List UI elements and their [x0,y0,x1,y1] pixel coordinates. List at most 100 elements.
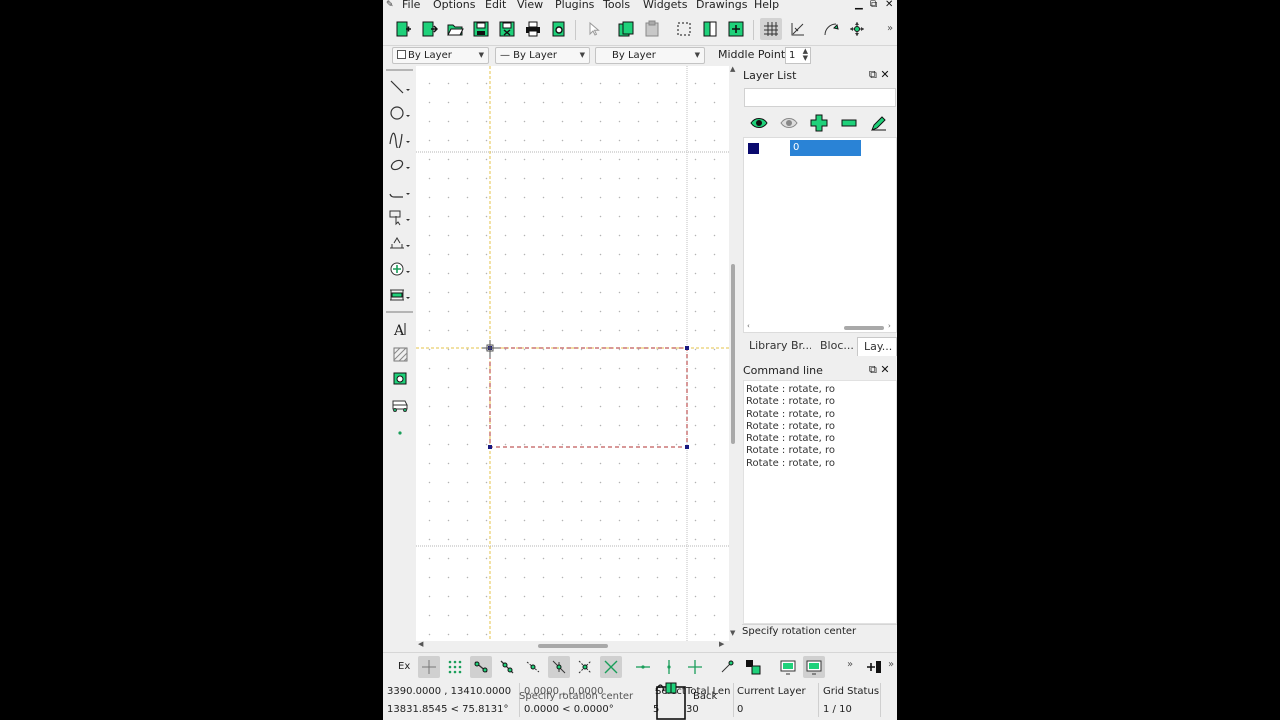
view-mode-icon[interactable] [777,656,799,678]
drawing-canvas[interactable] [416,66,729,641]
close-icon[interactable]: ✕ [880,363,889,376]
curve-tool-icon[interactable] [387,128,413,150]
restrict-orthogonal-icon[interactable] [684,656,706,678]
menu-help[interactable]: Help [754,0,779,12]
menu-tools[interactable]: Tools [603,0,630,12]
selection-handle[interactable] [685,445,689,449]
measure-tool-icon[interactable] [387,284,413,306]
snap-toolbar-overflow-2[interactable]: » [888,659,894,670]
menu-drawings[interactable]: Drawings [696,0,747,12]
menu-plugins[interactable]: Plugins [555,0,594,12]
scroll-thumb[interactable] [731,264,735,444]
relative-zero-icon[interactable] [716,656,738,678]
new-icon[interactable] [392,18,414,40]
undo-icon[interactable] [699,18,721,40]
line-width-combo[interactable]: By Layer ▼ [595,47,705,64]
print-preview-icon[interactable] [548,18,570,40]
snap-free-icon[interactable] [418,656,440,678]
menu-widgets[interactable]: Widgets [643,0,687,12]
dimension-tool-icon[interactable] [387,232,413,254]
ellipse-tool-icon[interactable] [387,154,413,176]
hatch-tool-icon[interactable] [387,344,413,366]
restrict-horizontal-icon[interactable] [632,656,654,678]
layer-name[interactable]: 0 [790,140,861,156]
add-toolbar-icon[interactable] [863,656,885,678]
color-combo[interactable]: By Layer ▼ [392,47,489,64]
circle-tool-icon[interactable] [387,102,413,124]
modify-tool-icon[interactable] [387,258,413,280]
remove-layer-icon[interactable] [838,112,860,134]
snap-exclusive-label[interactable]: Ex [398,661,410,672]
block-tool-icon[interactable] [387,394,413,416]
redo-icon[interactable] [725,18,747,40]
image-tool-icon[interactable] [387,368,413,390]
selection-handle[interactable] [488,445,492,449]
command-input[interactable]: Specify rotation center [742,624,897,638]
save-as-icon[interactable] [496,18,518,40]
hide-all-layers-icon[interactable] [778,112,800,134]
draft-icon[interactable] [787,18,809,40]
scroll-right-icon[interactable]: ▶ [719,640,724,648]
layer-filter-input[interactable] [744,88,896,107]
menu-edit[interactable]: Edit [485,0,506,12]
float-icon[interactable]: ⧉ [869,68,877,81]
scroll-right-icon[interactable]: › [888,322,891,330]
canvas-horizontal-scrollbar[interactable]: ◀ ▶ [416,640,729,651]
snap-middle-icon[interactable] [548,656,570,678]
new-template-icon[interactable] [418,18,440,40]
text-tool-icon[interactable]: A [387,318,413,340]
draft-mode-icon[interactable] [803,656,825,678]
grid-icon[interactable] [760,18,782,40]
snap-toolbar-overflow[interactable]: » [847,659,853,670]
canvas-vertical-scrollbar[interactable]: ▲ ▼ [729,65,739,641]
print-icon[interactable] [522,18,544,40]
line-type-combo[interactable]: — By Layer ▼ [495,47,590,64]
scroll-up-icon[interactable]: ▲ [730,65,735,73]
line-tool-icon[interactable] [387,76,413,98]
selection-handle[interactable] [685,346,689,350]
snap-intersection-icon[interactable] [600,656,622,678]
add-layer-icon[interactable] [808,112,830,134]
selected-rectangle[interactable] [489,347,688,448]
open-icon[interactable] [444,18,466,40]
close-icon[interactable]: ✕ [885,0,893,11]
select-tool-icon[interactable] [387,206,413,228]
scroll-thumb[interactable] [844,326,884,330]
ortho-icon[interactable] [820,18,842,40]
spin-arrows-icon[interactable]: ▲ ▼ [803,48,808,62]
tab-layers[interactable]: Lay... [857,337,897,356]
scroll-left-icon[interactable]: ◀ [418,640,423,648]
show-all-layers-icon[interactable] [748,112,770,134]
scroll-thumb[interactable] [538,644,608,648]
menu-file[interactable]: File [402,0,420,12]
scroll-left-icon[interactable]: ‹ [747,322,750,330]
snap-grid-icon[interactable] [444,656,466,678]
toolbar-overflow[interactable]: » [887,23,893,34]
tab-blocks[interactable]: Bloc... [820,337,858,356]
select-window-icon[interactable] [673,18,695,40]
snap-endpoint-icon[interactable] [470,656,492,678]
snap-distance-icon[interactable] [574,656,596,678]
tab-library-browser[interactable]: Library Br... [749,337,811,356]
layer-row[interactable]: 0 [745,140,861,156]
snap-on-entity-icon[interactable] [496,656,518,678]
polyline-tool-icon[interactable] [387,180,413,202]
move-icon[interactable] [846,18,868,40]
menu-view[interactable]: View [517,0,543,12]
edit-layer-icon[interactable] [868,112,890,134]
point-tool-icon[interactable] [387,420,413,442]
scroll-down-icon[interactable]: ▼ [730,629,735,637]
restore-icon[interactable]: ⧉ [870,0,877,11]
close-icon[interactable]: ✕ [880,68,889,81]
save-icon[interactable] [470,18,492,40]
float-icon[interactable]: ⧉ [869,363,877,376]
paste-icon[interactable] [641,18,663,40]
layer-color-swatch[interactable] [748,143,759,154]
minimize-icon[interactable]: ▁ [855,0,863,11]
select-pointer-icon[interactable] [582,18,604,40]
lock-relative-zero-icon[interactable] [742,656,764,678]
middle-points-spinbox[interactable]: 1 ▲ ▼ [785,47,811,64]
menu-options[interactable]: Options [433,0,475,12]
snap-center-icon[interactable] [522,656,544,678]
restrict-vertical-icon[interactable] [658,656,680,678]
